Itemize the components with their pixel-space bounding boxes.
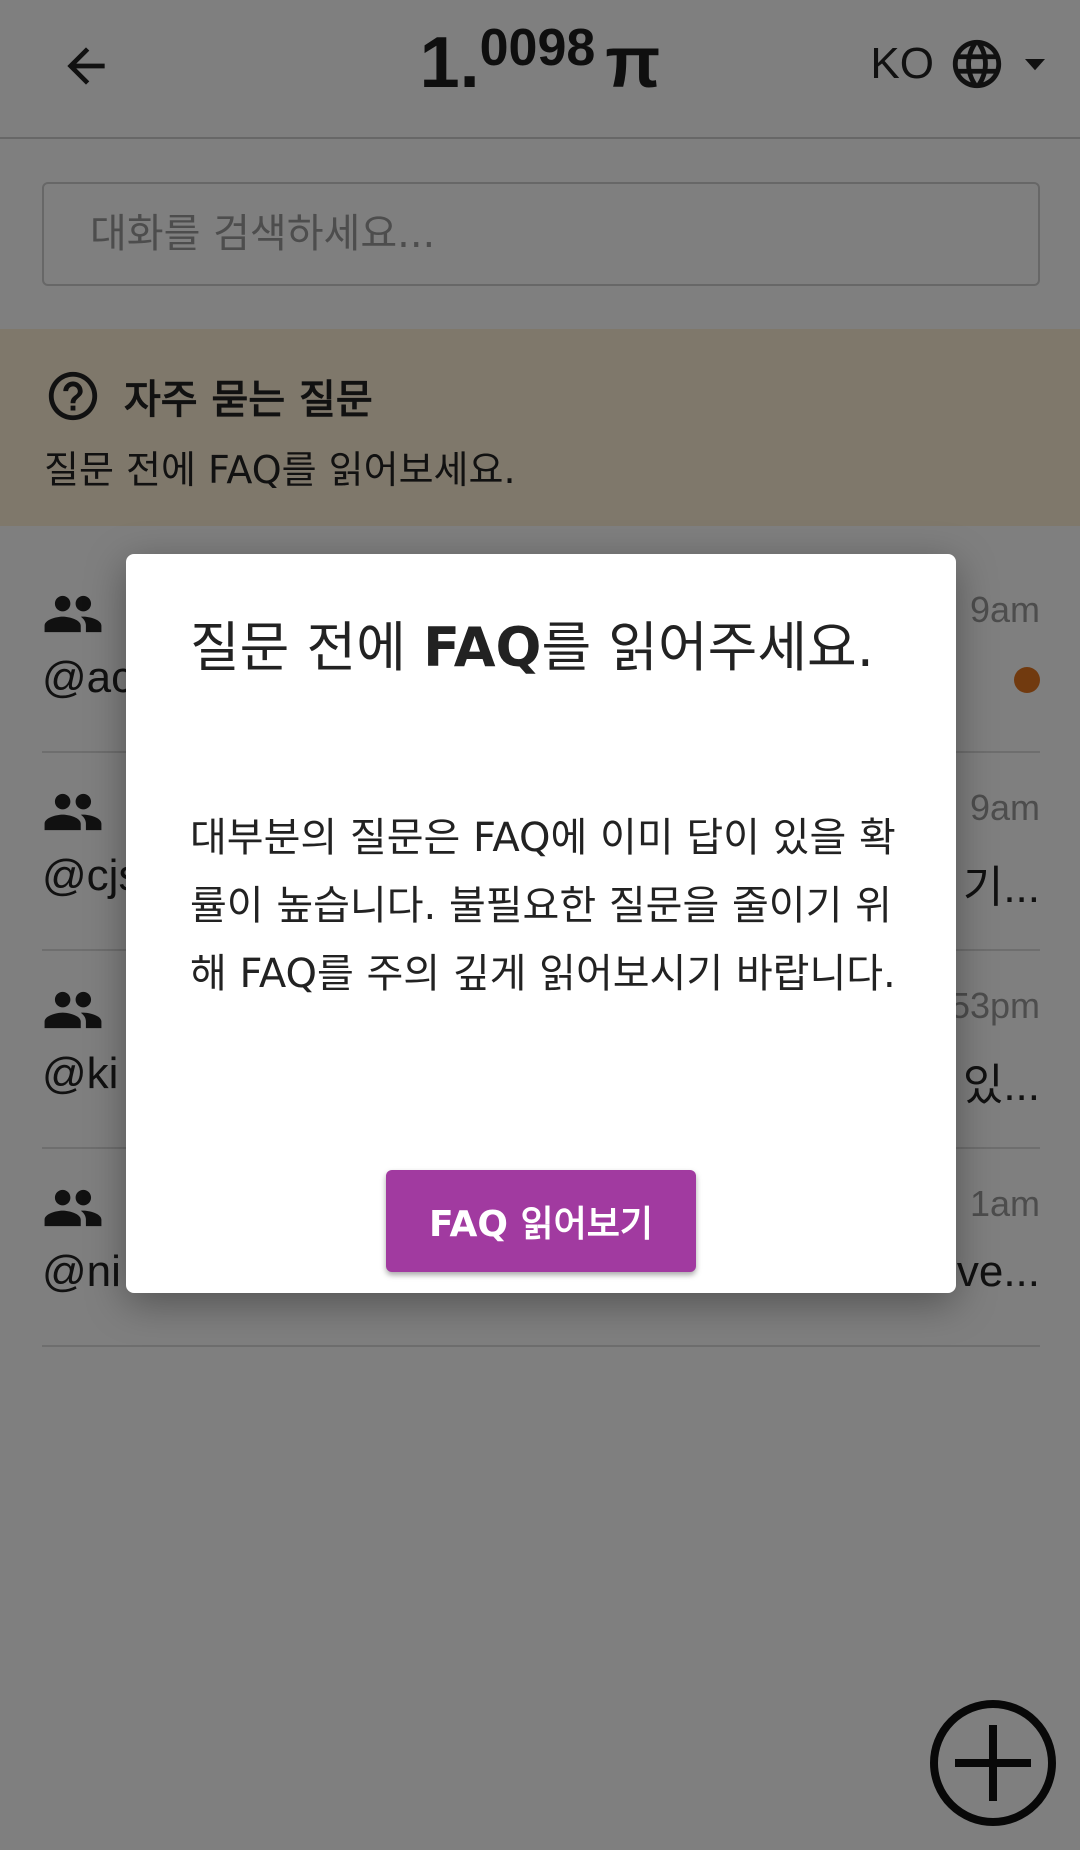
dialog-title-bold: FAQ — [423, 616, 542, 679]
dialog-title-part: 를 읽어주세요. — [541, 616, 874, 679]
dialog-body: 대부분의 질문은 FAQ에 이미 답이 있을 확률이 높습니다. 불필요한 질문… — [190, 815, 896, 997]
read-faq-button[interactable]: FAQ 읽어보기 — [386, 1170, 696, 1272]
dialog-title-part: 질문 전에 — [190, 616, 424, 679]
faq-dialog: 질문 전에 FAQ를 읽어주세요. 대부분의 질문은 FAQ에 이미 답이 있을… — [126, 554, 956, 1293]
dialog-title: 질문 전에 FAQ를 읽어주세요. — [190, 614, 890, 682]
